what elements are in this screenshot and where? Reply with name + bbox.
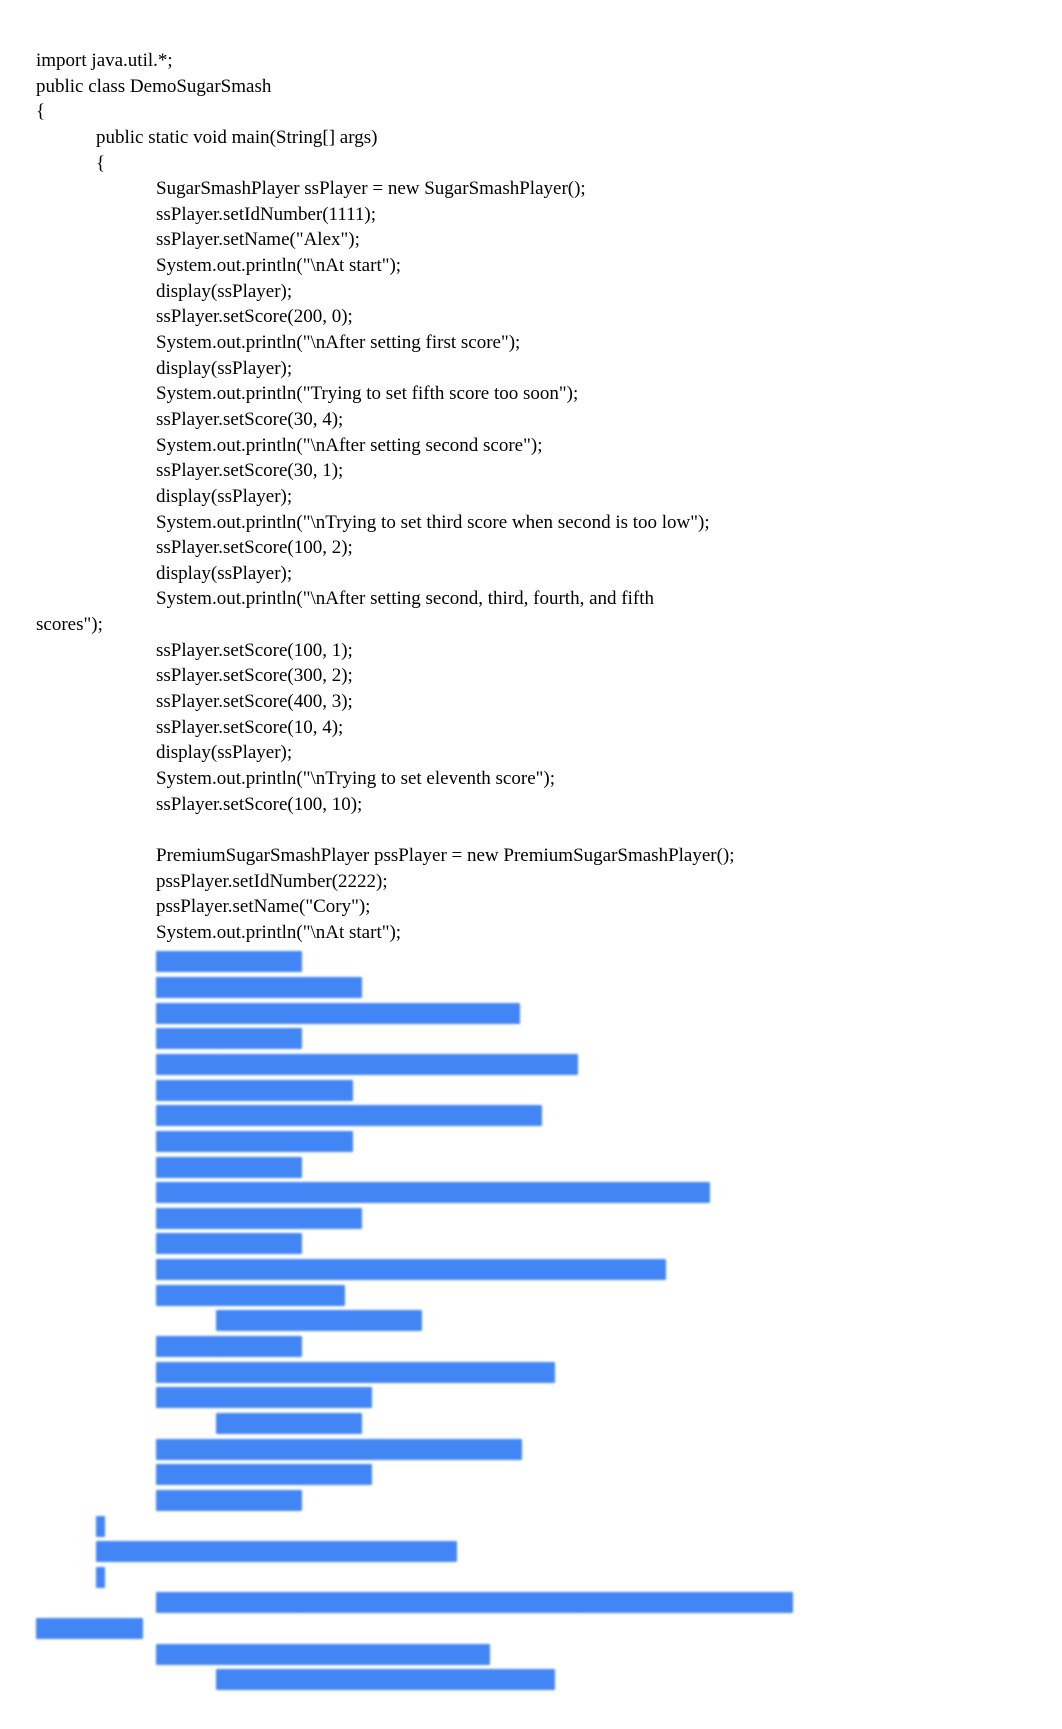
highlighted-code-line: System.out.println("\nTrying to set thir… [36,1180,1026,1206]
code-line: display(ssPlayer); [36,740,1026,766]
highlighted-code-line: for(int x = 0; x < p.getScoresLength(); … [36,1642,1026,1668]
code-line: display(ssPlayer); [36,279,1026,305]
code-line: System.out.println("\nAfter setting seco… [36,586,1026,612]
highlighted-code-line: display(pssPlayer); [36,1411,1026,1437]
highlighted-code-line: display(pssPlayer); [36,949,1026,975]
highlighted-code-line: p.getName()); [36,1616,1026,1642]
code-line: System.out.println("\nTrying to set elev… [36,766,1026,792]
code-line: pssPlayer.setIdNumber(2222); [36,869,1026,895]
code-line: System.out.println("\nTrying to set thir… [36,510,1026,536]
code-line: ssPlayer.setScore(30, 1); [36,458,1026,484]
highlighted-code-line: System.out.println("\nAfter setting seco… [36,1103,1026,1129]
highlighted-code-line: System.out.println("\nAfter setting seco… [36,1257,1026,1283]
code-line: pssPlayer.setName("Cory"); [36,894,1026,920]
document-page: import java.util.*;public class DemoSuga… [0,0,1062,1729]
highlighted-code-line: pssPlayer.setScore(100, x); [36,1308,1026,1334]
code-line: ssPlayer.setScore(30, 4); [36,407,1026,433]
highlighted-code-line: pssPlayer.setScore(200, 0); [36,975,1026,1001]
highlighted-code-line: pssPlayer.setScore(100, 2); [36,1206,1026,1232]
code-line: System.out.println("\nAfter setting seco… [36,433,1026,459]
highlighted-code-block: display(pssPlayer);pssPlayer.setScore(20… [36,949,1026,1693]
highlighted-code-line: System.out.println("\nTrying to set 51st… [36,1437,1026,1463]
code-line: public static void main(String[] args) [36,125,1026,151]
code-line: ssPlayer.setScore(400, 3); [36,689,1026,715]
highlighted-code-line: display(pssPlayer); [36,1334,1026,1360]
code-line: System.out.println("\nAt start"); [36,920,1026,946]
code-line: display(ssPlayer); [36,484,1026,510]
code-line [36,817,1026,843]
highlighted-code-line: { [36,1565,1026,1591]
code-line: scores"); [36,612,1026,638]
highlighted-code-line: public static void display(SugarSmashPla… [36,1539,1026,1565]
code-line: ssPlayer.setScore(100, 2); [36,535,1026,561]
code-line: ssPlayer.setScore(10, 4); [36,715,1026,741]
highlighted-code-line: } [36,1514,1026,1540]
code-line: PremiumSugarSmashPlayer pssPlayer = new … [36,843,1026,869]
highlighted-code-line: System.out.println("\nAfter setting firs… [36,1001,1026,1027]
code-line: public class DemoSugarSmash [36,74,1026,100]
code-line: { [36,151,1026,177]
code-line: System.out.println("Trying to set fifth … [36,381,1026,407]
code-line: ssPlayer.setName("Alex"); [36,227,1026,253]
code-line: { [36,99,1026,125]
code-line: System.out.println("\nAt start"); [36,253,1026,279]
code-line: SugarSmashPlayer ssPlayer = new SugarSma… [36,176,1026,202]
highlighted-code-line: for(int x = 1; x < 8; ++x) [36,1283,1026,1309]
code-line: ssPlayer.setScore(100, 1); [36,638,1026,664]
code-line: ssPlayer.setIdNumber(1111); [36,202,1026,228]
code-line: ssPlayer.setScore(200, 0); [36,304,1026,330]
code-line: ssPlayer.setScore(300, 2); [36,663,1026,689]
highlighted-code-line: display(pssPlayer); [36,1488,1026,1514]
highlighted-code-line: pssPlayer.setScore(100, 10); [36,1385,1026,1411]
highlighted-code-line: System.out.print(" " + p.getScore(x)); [36,1667,1026,1693]
highlighted-code-line: display(pssPlayer); [36,1231,1026,1257]
code-line: display(ssPlayer); [36,561,1026,587]
highlighted-code-line: System.out.println("\nTrying to set elev… [36,1360,1026,1386]
highlighted-code-line: System.out.println(" ID #: " + p.getIdNu… [36,1590,1026,1616]
code-line: System.out.println("\nAfter setting firs… [36,330,1026,356]
highlighted-code-line: pssPlayer.setScore(100, 50); [36,1462,1026,1488]
code-line: display(ssPlayer); [36,356,1026,382]
highlighted-code-line: pssPlayer.setScore(30, 4); [36,1078,1026,1104]
code-block: import java.util.*;public class DemoSuga… [36,48,1026,945]
highlighted-code-line: display(pssPlayer); [36,1026,1026,1052]
highlighted-code-line: System.out.println("Trying to set fifth … [36,1052,1026,1078]
code-line: import java.util.*; [36,48,1026,74]
highlighted-code-line: display(pssPlayer); [36,1155,1026,1181]
code-line: ssPlayer.setScore(100, 10); [36,792,1026,818]
highlighted-code-line: pssPlayer.setScore(30, 1); [36,1129,1026,1155]
